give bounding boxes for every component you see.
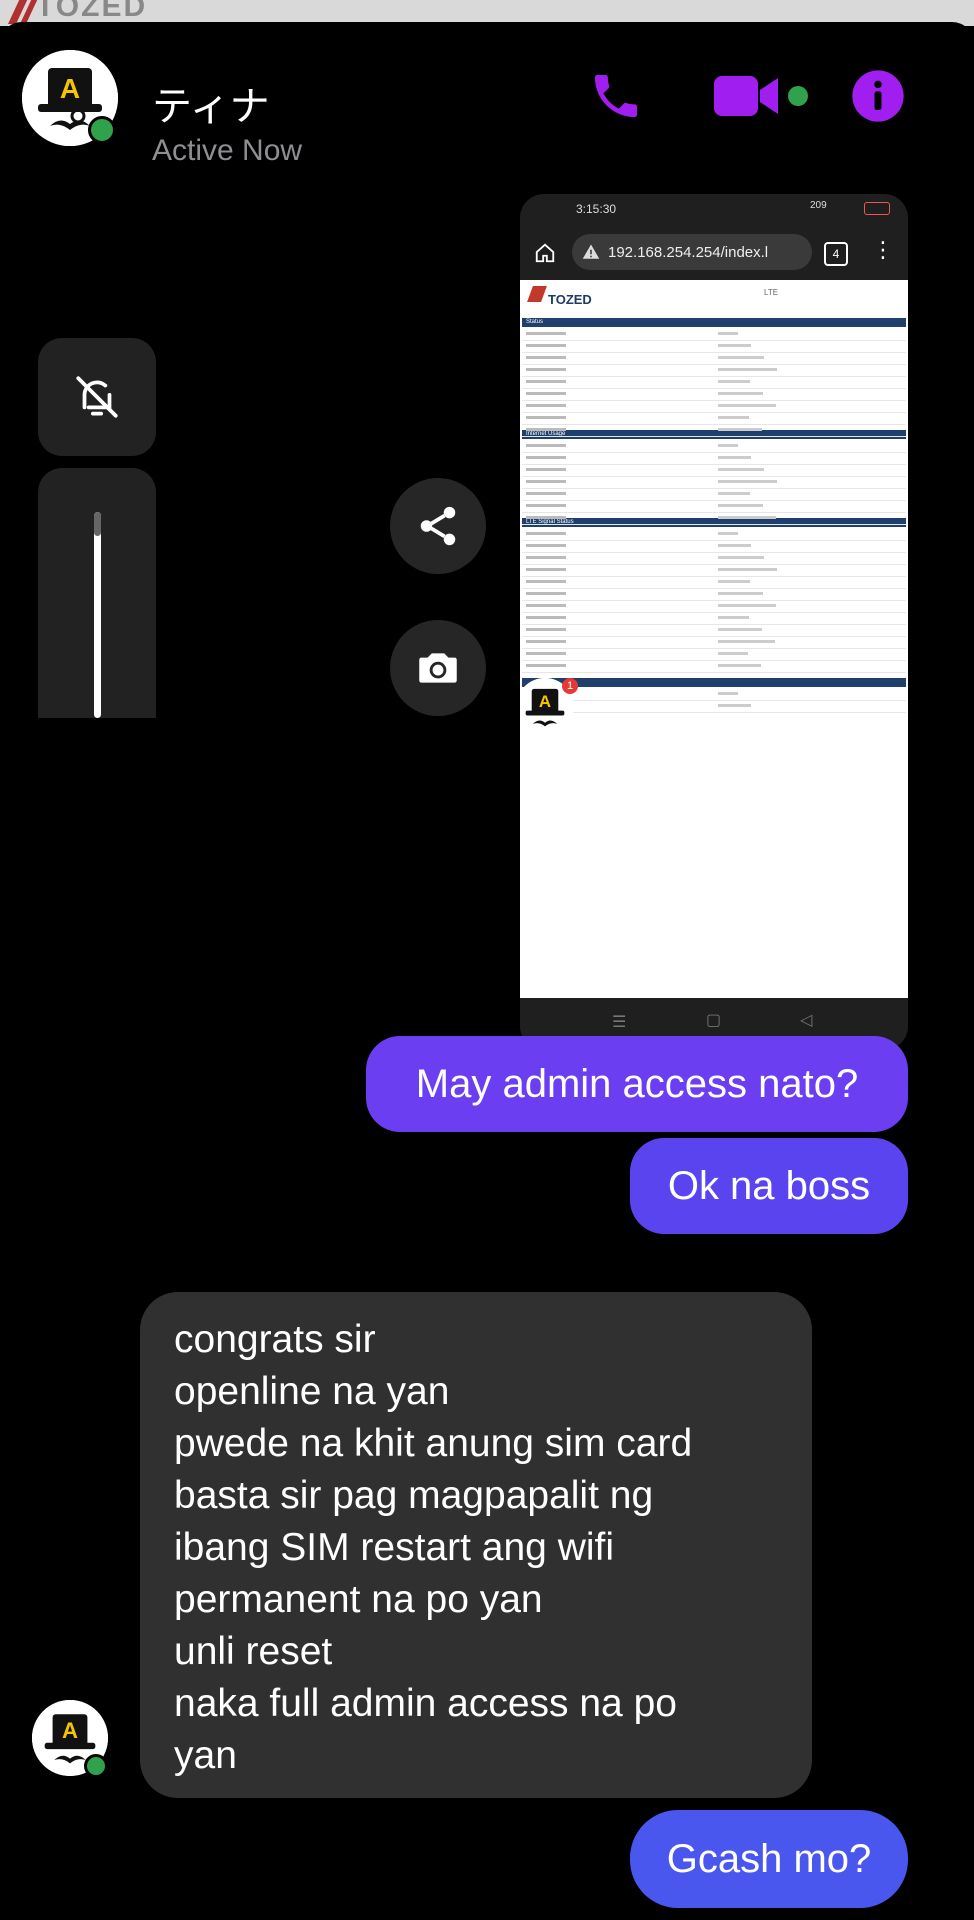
warning-icon — [582, 244, 600, 259]
bell-off-icon — [76, 376, 118, 418]
message-line: unli reset — [174, 1630, 333, 1673]
received-message[interactable]: congrats sir openline na yan pwede na kh… — [140, 1292, 812, 1798]
mute-toggle-panel[interactable] — [38, 338, 156, 456]
tozed-logo-mark-icon — [8, 0, 38, 24]
message-line: ibang SIM restart ang wifi — [174, 1526, 615, 1569]
more-menu-icon: ⋮ — [872, 237, 894, 262]
online-indicator — [88, 116, 116, 144]
chat-head-badge: 1 — [562, 678, 578, 694]
active-status: Active Now — [152, 134, 303, 167]
message-line: basta sir pag magpapalit ng — [174, 1474, 654, 1517]
screenshot-status-bar: 3:15:30 209 — [520, 194, 908, 224]
svg-text:A: A — [62, 1718, 78, 1743]
router-brand: TOZED — [548, 292, 592, 307]
message-line: openline na yan — [174, 1370, 450, 1413]
message-line: permanent na po yan — [174, 1578, 543, 1621]
message-line: yan — [174, 1734, 237, 1777]
section-status: Status — [522, 318, 906, 327]
video-online-indicator — [788, 86, 808, 106]
svg-text:A: A — [60, 73, 80, 104]
camera-icon — [419, 653, 457, 683]
svg-text:A: A — [539, 692, 551, 711]
router-table-row — [522, 424, 906, 437]
camera-button[interactable] — [390, 620, 486, 716]
sent-message[interactable]: May admin access nato? — [366, 1036, 908, 1132]
router-table-row — [522, 660, 906, 673]
router-logo-icon — [527, 286, 547, 302]
message-text: Gcash mo? — [666, 1836, 872, 1881]
share-icon — [420, 506, 456, 546]
screenshot-browser-bar: 192.168.254.254/index.l 4 ⋮ — [520, 224, 908, 280]
back-icon: ◁ — [800, 1012, 813, 1029]
router-network-type: LTE — [764, 288, 779, 297]
conversation-info-button[interactable] — [850, 68, 906, 124]
screenshot-url-field: 192.168.254.254/index.l — [572, 234, 812, 270]
message-line: pwede na khit anung sim card — [174, 1422, 693, 1465]
phone-icon — [595, 75, 637, 117]
recents-icon: ☰ — [612, 1014, 627, 1031]
video-camera-icon — [714, 76, 778, 116]
home-icon — [535, 243, 555, 263]
volume-slider-track[interactable] — [94, 512, 101, 718]
background-logo-text: TOZED — [36, 0, 148, 23]
section-bottom — [522, 678, 906, 687]
router-table-row — [522, 512, 906, 525]
message-line: naka full admin access na po — [174, 1682, 677, 1725]
battery-icon — [864, 202, 890, 215]
info-icon — [852, 70, 904, 122]
shared-screenshot-image[interactable]: 3:15:30 209 192.168.254.254/index.l 4 ⋮ … — [520, 194, 908, 1050]
screenshot-time: 3:15:30 — [576, 202, 617, 216]
messenger-chat-window: A ティナ Active Now 3:15:30 209 192.168.254… — [0, 22, 974, 1920]
sent-message[interactable]: Ok na boss — [630, 1138, 908, 1234]
screenshot-url-text: 192.168.254.254/index.l — [608, 243, 769, 261]
video-call-button[interactable] — [712, 70, 780, 122]
message-line: congrats sir — [174, 1318, 376, 1361]
message-text: Ok na boss — [667, 1163, 871, 1208]
contact-name[interactable]: ティナ — [152, 74, 270, 132]
sent-message[interactable]: Gcash mo? — [630, 1810, 908, 1908]
tab-count-icon: 4 — [824, 242, 848, 266]
volume-slider-panel[interactable] — [38, 468, 156, 718]
router-status-page: TOZED LTE Status Internet Usage LTE Sign… — [520, 280, 908, 998]
router-table-row — [522, 700, 906, 713]
share-button[interactable] — [390, 478, 486, 574]
home-button-icon: ▢ — [706, 1012, 722, 1029]
sender-online-indicator — [84, 1754, 108, 1778]
message-text: May admin access nato? — [415, 1061, 859, 1106]
voice-call-button[interactable] — [586, 66, 646, 126]
volume-slider-top — [94, 512, 101, 536]
screenshot-network-speed: 209 — [810, 200, 827, 211]
